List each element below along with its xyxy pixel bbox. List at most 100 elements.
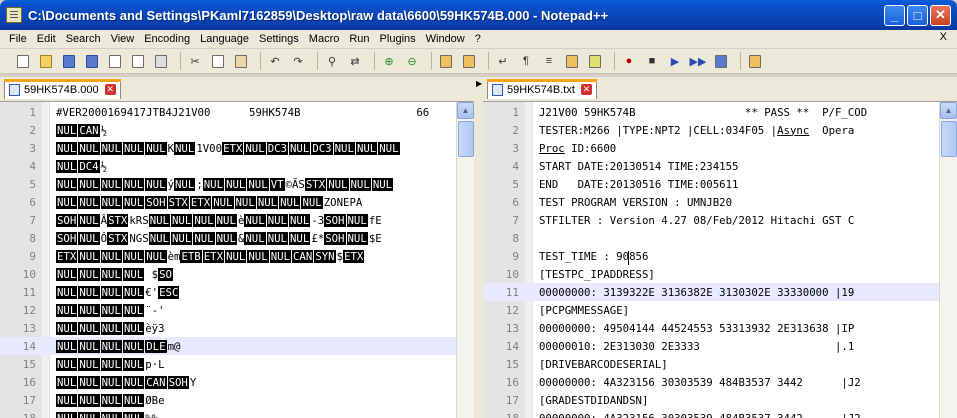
control-char-marker: NUL	[256, 195, 279, 209]
editor-line[interactable]: 10 NUL NUL NUL NUL $SO	[0, 265, 474, 283]
line-text: START DATE:20130514 TIME:234155	[539, 160, 738, 173]
menu-file[interactable]: File	[4, 33, 32, 45]
line-text: NUL NUL NUL NUL èÿ3	[56, 321, 165, 335]
vertical-scrollbar[interactable]: ▲	[939, 102, 957, 418]
tab-59hk574b-txt[interactable]: 59HK574B.txt ✕	[487, 79, 597, 99]
save-all-icon[interactable]	[83, 52, 101, 70]
close-file-icon[interactable]	[106, 52, 124, 70]
document-map-icon[interactable]	[586, 52, 604, 70]
editor-line[interactable]: 11 00000000: 3139322E 3136382E 3130302E 3…	[483, 283, 957, 301]
editor-line[interactable]: 5 END DATE:20130516 TIME:005611	[483, 175, 957, 193]
play-macro-multiple-icon[interactable]: ▶▶	[689, 52, 707, 70]
record-macro-icon[interactable]: ●	[620, 52, 638, 70]
text-run: kRS	[129, 213, 149, 227]
scroll-up-icon[interactable]: ▲	[940, 102, 957, 119]
new-file-icon[interactable]	[14, 52, 32, 70]
menu-encoding[interactable]: Encoding	[139, 33, 195, 45]
scroll-up-icon[interactable]: ▲	[457, 102, 474, 119]
tab-close-icon[interactable]: ✕	[104, 84, 116, 95]
editor-line[interactable]: 7 STFILTER : Version 4.27 08/Feb/2012 Hit…	[483, 211, 957, 229]
save-icon[interactable]	[60, 52, 78, 70]
editor-line[interactable]: 11 NUL NUL NUL NUL €'ESC	[0, 283, 474, 301]
editor-line[interactable]: 18 00000000: 4A323156 30303539 484B3537 3…	[483, 409, 957, 418]
stop-macro-icon[interactable]: ■	[643, 52, 661, 70]
menu-settings[interactable]: Settings	[254, 33, 304, 45]
editor-line[interactable]: 13 00000000: 49504144 44524553 53313932 2…	[483, 319, 957, 337]
editor-line[interactable]: 2 NUL CAN ½	[0, 121, 474, 139]
editor-line[interactable]: 12 [PCPGMMESSAGE]	[483, 301, 957, 319]
tab-59hk574b-000[interactable]: 59HK574B.000 ✕	[4, 79, 121, 99]
sync-vertical-icon[interactable]	[437, 52, 455, 70]
editor-line[interactable]: 15 [DRIVEBARCODESERIAL]	[483, 355, 957, 373]
menu-language[interactable]: Language	[195, 33, 254, 45]
editor-line[interactable]: 1 J21V00 59HK574B ** PASS ** P/F_COD	[483, 103, 957, 121]
editor-line[interactable]: 7 SOH NUL ÂSTX kRSNUL NUL NUL NUL èNUL NUL NUL -3SO…	[0, 211, 474, 229]
editor-line[interactable]: 8 SOH NUL ÔSTX NGSNUL NUL NUL NUL &NUL NUL NUL £*SO…	[0, 229, 474, 247]
left-editor[interactable]: 1 #VER2000169417JTB4J21V00 59HK574B 66 2 NU…	[0, 101, 474, 418]
sync-horizontal-icon[interactable]	[460, 52, 478, 70]
editor-line[interactable]: 14 00000010: 2E313030 2E3333 |.1	[483, 337, 957, 355]
editor-line[interactable]: 3 Proc ID:6600	[483, 139, 957, 157]
open-file-icon[interactable]	[37, 52, 55, 70]
editor-line[interactable]: 18 NUL NUL NUL NUL %%-	[0, 409, 474, 418]
print-icon[interactable]	[152, 52, 170, 70]
show-all-chars-icon[interactable]: ¶	[517, 52, 535, 70]
zoom-out-icon[interactable]: ⊖	[403, 52, 421, 70]
user-language-icon[interactable]	[563, 52, 581, 70]
editor-line[interactable]: 4 START DATE:20130514 TIME:234155	[483, 157, 957, 175]
close-button[interactable]: ✕	[930, 4, 951, 26]
text-run: 1V00	[196, 141, 223, 155]
right-editor[interactable]: 1 J21V00 59HK574B ** PASS ** P/F_COD 2 TEST…	[483, 101, 957, 418]
paste-icon[interactable]	[232, 52, 250, 70]
maximize-button[interactable]: □	[907, 4, 928, 26]
undo-icon[interactable]: ↶	[266, 52, 284, 70]
cut-icon[interactable]: ✂	[186, 52, 204, 70]
editor-line[interactable]: 3 NUL NUL NUL NUL NUL KNUL 1V00ETX NUL DC3 NUL DC3 N…	[0, 139, 474, 157]
arrow-right-icon[interactable]: ▶	[476, 79, 482, 88]
menu-help[interactable]: ?	[470, 33, 486, 45]
vertical-scrollbar[interactable]: ▲	[456, 102, 474, 418]
redo-icon[interactable]: ↷	[289, 52, 307, 70]
editor-line[interactable]: 6 TEST PROGRAM VERSION : UMNJB20	[483, 193, 957, 211]
menu-view[interactable]: View	[106, 33, 140, 45]
minimize-button[interactable]: _	[884, 4, 905, 26]
tab-close-icon[interactable]: ✕	[580, 84, 592, 95]
find-icon[interactable]: ⚲	[323, 52, 341, 70]
plugin-icon[interactable]	[746, 52, 764, 70]
editor-line[interactable]: 15 NUL NUL NUL NUL p·L	[0, 355, 474, 373]
scroll-thumb[interactable]	[941, 121, 957, 157]
editor-line[interactable]: 4 NUL DC4 ½	[0, 157, 474, 175]
editor-line[interactable]: 2 TESTER:M266 |TYPE:NPT2 |CELL:034F05 |As…	[483, 121, 957, 139]
editor-line[interactable]: 17 [GRADESTDIDANDSN]	[483, 391, 957, 409]
close-all-icon[interactable]	[129, 52, 147, 70]
editor-line[interactable]: 12 NUL NUL NUL NUL ¨-'	[0, 301, 474, 319]
editor-line[interactable]: 13 NUL NUL NUL NUL èÿ3	[0, 319, 474, 337]
editor-line[interactable]: 10 [TESTPC_IPADDRESS]	[483, 265, 957, 283]
editor-line[interactable]: 16 NUL NUL NUL NUL CAN SOH Y	[0, 373, 474, 391]
editor-line[interactable]: 14 NUL NUL NUL NUL DLE m@	[0, 337, 474, 355]
save-macro-icon[interactable]	[712, 52, 730, 70]
view-splitter[interactable]: ▶	[474, 77, 483, 418]
zoom-in-icon[interactable]: ⊕	[380, 52, 398, 70]
scroll-thumb[interactable]	[458, 121, 474, 157]
word-wrap-icon[interactable]: ↵	[494, 52, 512, 70]
menu-search[interactable]: Search	[61, 33, 106, 45]
close-document-button[interactable]: X	[940, 31, 947, 43]
editor-line[interactable]: 17 NUL NUL NUL NUL ØBe	[0, 391, 474, 409]
editor-line[interactable]: 5 NUL NUL NUL NUL NUL ýNUL ;NUL NUL NUL VT ©ÃSSTX NU…	[0, 175, 474, 193]
copy-icon[interactable]	[209, 52, 227, 70]
menu-edit[interactable]: Edit	[32, 33, 61, 45]
replace-icon[interactable]: ⇄	[346, 52, 364, 70]
indent-guide-icon[interactable]: ≡	[540, 52, 558, 70]
editor-line[interactable]: 9 ETX NUL NUL NUL NUL èmETB ETX NUL NUL NUL CAN SYN $…	[0, 247, 474, 265]
play-macro-icon[interactable]: ▶	[666, 52, 684, 70]
editor-line[interactable]: 6 NUL NUL NUL NUL SOH STX ETX NUL NUL NUL NUL NUL ZON…	[0, 193, 474, 211]
menu-plugins[interactable]: Plugins	[375, 33, 421, 45]
editor-line[interactable]: 8	[483, 229, 957, 247]
menu-run[interactable]: Run	[344, 33, 374, 45]
menu-macro[interactable]: Macro	[304, 33, 345, 45]
editor-line[interactable]: 9 TEST_TIME : 90856	[483, 247, 957, 265]
editor-line[interactable]: 1 #VER2000169417JTB4J21V00 59HK574B 66	[0, 103, 474, 121]
editor-line[interactable]: 16 00000000: 4A323156 30303539 484B3537 3…	[483, 373, 957, 391]
menu-window[interactable]: Window	[421, 33, 470, 45]
